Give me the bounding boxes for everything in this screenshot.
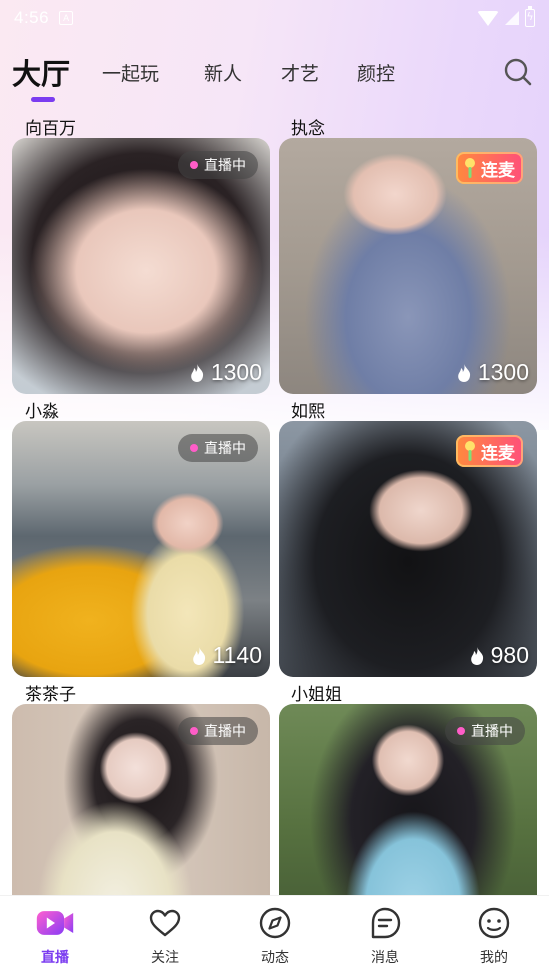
live-dot-icon bbox=[190, 444, 198, 452]
status-icons bbox=[477, 6, 535, 27]
co-host-badge-label: 连麦 bbox=[481, 160, 515, 181]
co-host-badge: 连麦 bbox=[456, 152, 523, 184]
live-badge-label: 直播中 bbox=[204, 441, 246, 457]
card-title: 执念 bbox=[291, 119, 325, 139]
microphone-icon bbox=[465, 441, 475, 461]
nav-item-moments[interactable]: 动态 bbox=[220, 896, 330, 977]
card-title: 茶茶子 bbox=[25, 685, 76, 705]
live-badge: 直播中 bbox=[445, 717, 525, 745]
live-room-card[interactable]: 连麦 1300 bbox=[279, 138, 537, 394]
heat-count: 1140 bbox=[191, 642, 262, 669]
co-host-badge-label: 连麦 bbox=[481, 443, 515, 464]
tab-looks[interactable]: 颜控 bbox=[357, 50, 395, 94]
nav-item-follow[interactable]: 关注 bbox=[110, 896, 220, 977]
nav-label: 关注 bbox=[151, 950, 179, 966]
microphone-icon bbox=[465, 158, 475, 178]
flame-icon bbox=[192, 646, 205, 665]
profile-icon bbox=[474, 904, 514, 942]
tab-label: 大厅 bbox=[12, 57, 71, 91]
card-title: 如熙 bbox=[291, 402, 325, 422]
tab-label: 一起玩 bbox=[102, 62, 160, 85]
card-title: 小淼 bbox=[25, 402, 59, 422]
nav-label: 直播 bbox=[41, 950, 69, 966]
signal-icon bbox=[505, 11, 519, 25]
live-badge: 直播中 bbox=[178, 434, 258, 462]
search-icon[interactable] bbox=[503, 57, 533, 87]
co-host-badge: 连麦 bbox=[456, 435, 523, 467]
live-badge-label: 直播中 bbox=[204, 158, 246, 174]
tab-newcomers[interactable]: 新人 bbox=[204, 50, 242, 94]
tab-label: 才艺 bbox=[281, 62, 320, 85]
live-room-card[interactable]: 直播中 1300 bbox=[12, 138, 270, 394]
status-time: 4:56 bbox=[14, 8, 50, 27]
live-badge-label: 直播中 bbox=[471, 724, 513, 740]
heat-count: 980 bbox=[469, 642, 529, 669]
battery-icon bbox=[525, 6, 535, 27]
nav-item-messages[interactable]: 消息 bbox=[330, 896, 440, 977]
tab-label: 颜控 bbox=[357, 62, 396, 85]
heart-icon bbox=[145, 904, 185, 942]
tab-play-together[interactable]: 一起玩 bbox=[102, 50, 159, 94]
heat-value: 1300 bbox=[210, 359, 262, 385]
compass-icon bbox=[255, 904, 295, 942]
live-badge-label: 直播中 bbox=[204, 724, 246, 740]
heat-count: 1300 bbox=[456, 359, 529, 386]
nav-label: 我的 bbox=[480, 950, 508, 966]
card-title: 小姐姐 bbox=[291, 685, 342, 705]
tab-label: 新人 bbox=[204, 62, 243, 85]
flame-icon bbox=[470, 646, 483, 665]
card-title: 向百万 bbox=[25, 119, 76, 139]
status-bar: 4:56 A bbox=[0, 0, 549, 36]
message-icon bbox=[365, 904, 405, 942]
live-dot-icon bbox=[190, 161, 198, 169]
live-badge: 直播中 bbox=[178, 151, 258, 179]
nav-item-live[interactable]: 直播 bbox=[0, 896, 110, 977]
live-room-card[interactable]: 直播中 1140 bbox=[12, 421, 270, 677]
heat-value: 980 bbox=[490, 642, 529, 668]
heat-count: 1300 bbox=[189, 359, 262, 386]
top-tab-bar: 大厅 一起玩 新人 才艺 颜控 bbox=[0, 50, 549, 106]
live-video-icon bbox=[35, 904, 75, 942]
flame-icon bbox=[191, 363, 203, 382]
nav-label: 消息 bbox=[371, 950, 399, 966]
heat-value: 1300 bbox=[477, 359, 529, 385]
live-badge: 直播中 bbox=[178, 717, 258, 745]
flame-icon bbox=[458, 363, 470, 382]
tab-talent[interactable]: 才艺 bbox=[281, 50, 319, 94]
heat-value: 1140 bbox=[212, 642, 262, 668]
nav-item-profile[interactable]: 我的 bbox=[439, 896, 549, 977]
wifi-icon bbox=[477, 10, 499, 26]
active-tab-indicator bbox=[31, 97, 55, 102]
live-dot-icon bbox=[457, 727, 465, 735]
tab-hall[interactable]: 大厅 bbox=[12, 50, 70, 94]
bottom-navigation-bar: 直播 关注 动态 消息 我的 bbox=[0, 895, 549, 977]
nav-label: 动态 bbox=[261, 950, 289, 966]
live-dot-icon bbox=[190, 727, 198, 735]
notification-icon: A bbox=[59, 11, 74, 25]
live-room-card[interactable]: 连麦 980 bbox=[279, 421, 537, 677]
